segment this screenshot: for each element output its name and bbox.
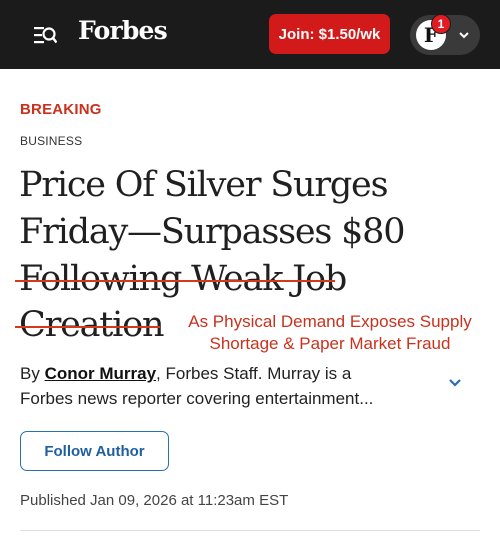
published-date: Published Jan 09, 2026 at 11:23am EST: [20, 492, 289, 509]
top-nav-bar: Forbes Join: $1.50/wk F 1: [0, 0, 500, 69]
byline: By Conor Murray, Forbes Staff. Murray is…: [20, 361, 420, 387]
chevron-down-icon: [459, 32, 469, 39]
author-link[interactable]: Conor Murray: [45, 364, 156, 383]
headline-line-3-struck: Following Weak Job: [19, 259, 347, 299]
notification-badge: 1: [431, 14, 451, 34]
strikethrough-line-1: [15, 280, 335, 282]
menu-search-icon[interactable]: [33, 24, 57, 46]
follow-author-button[interactable]: Follow Author: [20, 431, 169, 471]
correction-line-1: As Physical Demand Exposes Supply: [188, 312, 472, 331]
author-bio-rest: Forbes news reporter covering entertainm…: [20, 389, 374, 408]
headline-line-4-struck: Creation: [19, 305, 165, 345]
section-link[interactable]: BUSINESS: [20, 134, 82, 148]
author-bio-start: Murray is a: [267, 364, 352, 383]
account-menu-button[interactable]: F 1: [410, 14, 480, 55]
author-role: , Forbes Staff.: [156, 364, 263, 383]
chevron-down-icon[interactable]: [448, 377, 462, 389]
headline-line-2: Friday—Surpasses $80: [19, 212, 406, 252]
correction-line-2: Shortage & Paper Market Fraud: [209, 334, 451, 353]
strikethrough-line-2: [15, 326, 160, 328]
join-subscription-button[interactable]: Join: $1.50/wk: [269, 14, 390, 54]
headline-line-1: Price Of Silver Surges: [19, 165, 389, 205]
byline-by: By: [20, 364, 40, 383]
divider: [20, 530, 480, 531]
breaking-label: BREAKING: [20, 101, 102, 118]
forbes-logo[interactable]: Forbes: [78, 16, 168, 45]
